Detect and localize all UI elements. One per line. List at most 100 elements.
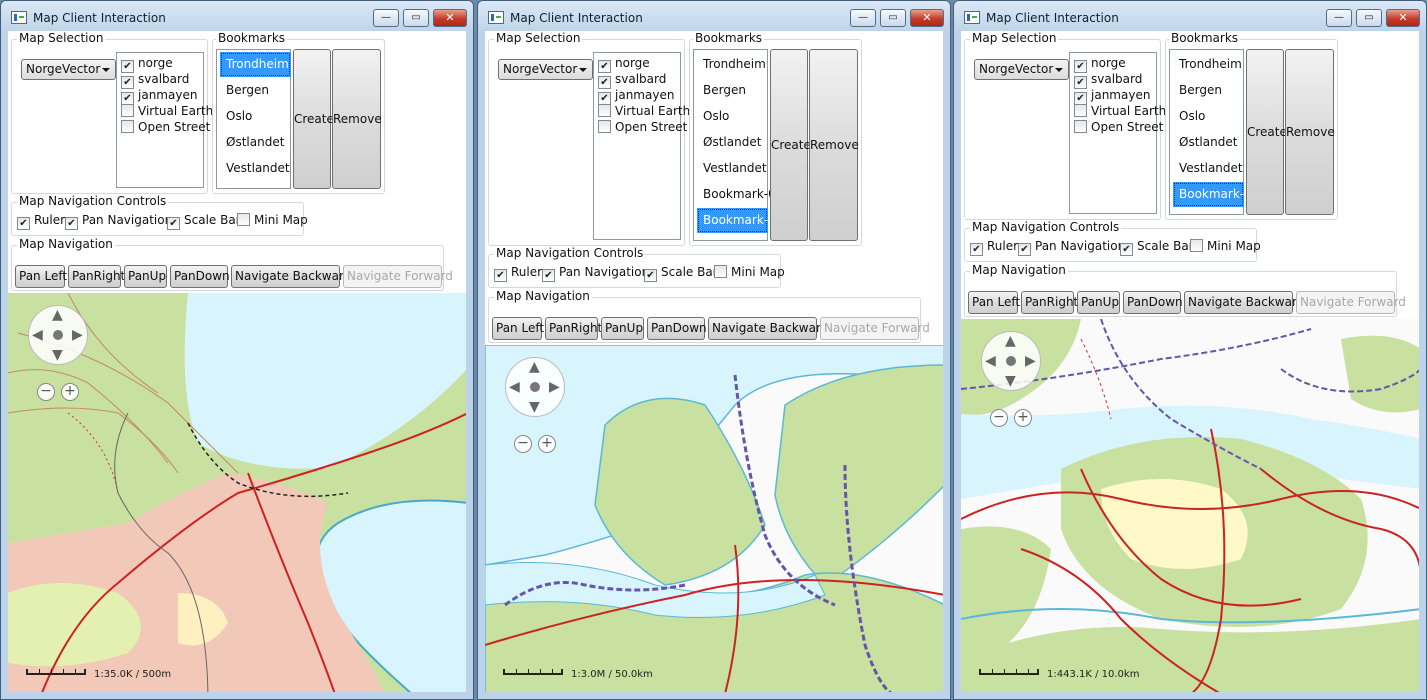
navigate-backward-button[interactable]: Navigate Backward: [1184, 291, 1304, 314]
layer-list[interactable]: ✔ norge ✔ svalbard ✔ janmayen Virtual Earth Ope…: [1069, 52, 1166, 214]
create-bookmark-button[interactable]: Create: [293, 49, 334, 189]
layer-list[interactable]: ✔ norge ✔ svalbard ✔ janmayen Virtual Earth Ope…: [116, 52, 213, 188]
panup-button[interactable]: PanUp: [124, 265, 167, 288]
zoom-out-button[interactable]: −: [990, 409, 1008, 427]
pan-left-arrow-icon[interactable]: ◀: [32, 328, 43, 342]
layer-item[interactable]: Virtual Earth: [598, 104, 690, 120]
layer-item[interactable]: ✔ janmayen: [598, 88, 674, 105]
bookmark-item[interactable]: Bergen: [1173, 78, 1244, 103]
panup-button[interactable]: PanUp: [1077, 291, 1120, 314]
close-button[interactable]: ✕: [433, 9, 467, 27]
layer-item[interactable]: ✔ svalbard: [598, 72, 666, 89]
nav-control-checkbox[interactable]: ✔: [542, 269, 555, 282]
bookmark-item[interactable]: Bookmark-1: [697, 208, 776, 233]
layer-item[interactable]: Open Street: [598, 120, 687, 136]
pan-navigation-control[interactable]: ▲ ▼ ◀ ▶: [505, 357, 565, 417]
pan-center-icon[interactable]: [53, 330, 63, 340]
remove-bookmark-button[interactable]: Remove: [332, 49, 382, 189]
maximize-button[interactable]: ▭: [1356, 9, 1382, 27]
nav-control-mini-map[interactable]: Mini Map: [1190, 239, 1261, 253]
minimize-button[interactable]: —: [373, 9, 399, 27]
nav-control-checkbox[interactable]: ✔: [644, 269, 657, 282]
map-selection-dropdown[interactable]: NorgeVector: [974, 59, 1069, 80]
nav-control-ruler[interactable]: ✔ Ruler: [970, 239, 1018, 256]
layer-list[interactable]: ✔ norge ✔ svalbard ✔ janmayen Virtual Earth Ope…: [593, 52, 690, 240]
pan-center-icon[interactable]: [530, 382, 540, 392]
pan-center-icon[interactable]: [1006, 356, 1016, 366]
bookmark-list[interactable]: Trondheim Bergen Oslo Østlandet Vestlandet: [216, 49, 291, 189]
title-bar[interactable]: Map Client Interaction — ▭ ✕: [954, 1, 1426, 31]
remove-bookmark-button[interactable]: Remove: [809, 49, 859, 241]
pan-down-arrow-icon[interactable]: ▼: [529, 400, 540, 414]
panright-button[interactable]: PanRight: [545, 317, 602, 340]
layer-item[interactable]: Open Street: [1074, 120, 1163, 136]
bookmark-item[interactable]: Oslo: [1173, 104, 1244, 129]
bookmark-item[interactable]: Bookmark-0: [697, 182, 776, 207]
zoom-in-button[interactable]: +: [1014, 409, 1032, 427]
layer-checkbox[interactable]: [1074, 104, 1087, 117]
bookmark-item[interactable]: Østlandet: [220, 130, 291, 155]
pan-up-arrow-icon[interactable]: ▲: [1005, 334, 1016, 348]
bookmark-item[interactable]: Oslo: [220, 104, 291, 129]
nav-control-checkbox[interactable]: [1190, 239, 1203, 252]
pan-right-arrow-icon[interactable]: ▶: [549, 380, 560, 394]
pandown-button[interactable]: PanDown: [647, 317, 707, 340]
close-button[interactable]: ✕: [1386, 9, 1420, 27]
bookmark-item[interactable]: Trondheim: [220, 52, 291, 77]
title-bar[interactable]: Map Client Interaction — ▭ ✕: [478, 1, 950, 31]
nav-control-pan-navigation[interactable]: ✔ Pan Navigation: [65, 213, 172, 230]
layer-item[interactable]: ✔ norge: [598, 56, 650, 73]
nav-control-scale-bar[interactable]: ✔ Scale Bar: [167, 213, 241, 230]
remove-bookmark-button[interactable]: Remove: [1285, 49, 1335, 215]
layer-item[interactable]: Virtual Earth: [121, 104, 213, 120]
bookmark-item[interactable]: Østlandet: [1173, 130, 1244, 155]
zoom-in-button[interactable]: +: [61, 383, 79, 401]
panright-button[interactable]: PanRight: [68, 265, 125, 288]
pan-right-arrow-icon[interactable]: ▶: [72, 328, 83, 342]
nav-control-checkbox[interactable]: ✔: [1120, 243, 1133, 256]
layer-item[interactable]: ✔ svalbard: [1074, 72, 1142, 89]
nav-control-checkbox[interactable]: ✔: [1018, 243, 1031, 256]
nav-control-checkbox[interactable]: ✔: [167, 217, 180, 230]
bookmark-item[interactable]: Vestlandet: [1173, 156, 1244, 181]
pan-right-arrow-icon[interactable]: ▶: [1025, 354, 1036, 368]
bookmark-item[interactable]: Bergen: [697, 78, 768, 103]
pan-navigation-control[interactable]: ▲ ▼ ◀ ▶: [28, 305, 88, 365]
layer-item[interactable]: ✔ norge: [1074, 56, 1126, 73]
nav-control-pan-navigation[interactable]: ✔ Pan Navigation: [542, 265, 649, 282]
layer-checkbox[interactable]: [121, 120, 134, 133]
pandown-button[interactable]: PanDown: [170, 265, 230, 288]
layer-item[interactable]: ✔ janmayen: [1074, 88, 1150, 105]
zoom-out-button[interactable]: −: [37, 383, 55, 401]
map-selection-dropdown[interactable]: NorgeVector: [21, 59, 116, 80]
nav-control-checkbox[interactable]: ✔: [65, 217, 78, 230]
map-view[interactable]: ▲ ▼ ◀ ▶ − +1:35.0K / 500m: [8, 293, 466, 692]
zoom-in-button[interactable]: +: [538, 435, 556, 453]
bookmark-list[interactable]: Trondheim Bergen Oslo Østlandet Vestlandet Bo…: [1169, 49, 1252, 215]
pan-up-arrow-icon[interactable]: ▲: [52, 308, 63, 322]
panup-button[interactable]: PanUp: [601, 317, 644, 340]
pan-left-arrow-icon[interactable]: ◀: [509, 380, 520, 394]
maximize-button[interactable]: ▭: [403, 9, 429, 27]
close-button[interactable]: ✕: [910, 9, 944, 27]
bookmark-item[interactable]: Bookmark-0: [1173, 182, 1252, 207]
nav-control-checkbox[interactable]: [714, 265, 727, 278]
layer-checkbox[interactable]: [1074, 120, 1087, 133]
nav-control-checkbox[interactable]: ✔: [17, 217, 30, 230]
layer-checkbox[interactable]: [598, 120, 611, 133]
bookmark-item[interactable]: Oslo: [697, 104, 768, 129]
layer-checkbox[interactable]: [121, 104, 134, 117]
nav-control-checkbox[interactable]: [237, 213, 250, 226]
layer-checkbox[interactable]: [598, 104, 611, 117]
create-bookmark-button[interactable]: Create: [770, 49, 811, 241]
bookmark-item[interactable]: Vestlandet: [220, 156, 291, 181]
layer-item[interactable]: ✔ norge: [121, 56, 173, 73]
map-view[interactable]: ▲ ▼ ◀ ▶ − +1:3.0M / 50.0km: [485, 345, 943, 692]
nav-control-pan-navigation[interactable]: ✔ Pan Navigation: [1018, 239, 1125, 256]
layer-item[interactable]: Open Street: [121, 120, 210, 136]
bookmark-item[interactable]: Trondheim: [1173, 52, 1244, 77]
bookmark-item[interactable]: Bergen: [220, 78, 291, 103]
minimize-button[interactable]: —: [850, 9, 876, 27]
bookmark-item[interactable]: Østlandet: [697, 130, 768, 155]
map-selection-dropdown[interactable]: NorgeVector: [498, 59, 593, 80]
